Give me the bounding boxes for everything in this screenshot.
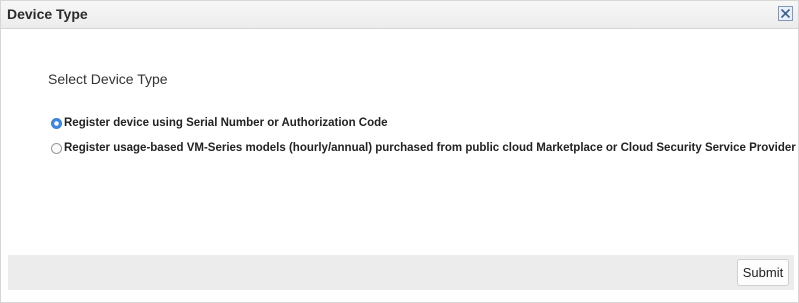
radio-serial-number[interactable]: [51, 117, 62, 129]
close-button[interactable]: [778, 6, 793, 21]
dialog-footer: Submit: [8, 255, 794, 290]
option-usage-based[interactable]: Register usage-based VM-Series models (h…: [51, 142, 799, 154]
device-type-dialog: Device Type Select Device Type Register …: [0, 0, 799, 303]
submit-button[interactable]: Submit: [737, 259, 789, 286]
close-icon: [780, 8, 791, 19]
option-serial-number-label: Register device using Serial Number or A…: [64, 117, 388, 129]
dialog-titlebar: Device Type: [1, 1, 798, 29]
option-usage-based-label: Register usage-based VM-Series models (h…: [64, 142, 799, 154]
dialog-title: Device Type: [7, 6, 88, 22]
option-serial-number[interactable]: Register device using Serial Number or A…: [51, 117, 388, 129]
radio-usage-based[interactable]: [51, 142, 62, 154]
section-label: Select Device Type: [48, 71, 168, 87]
